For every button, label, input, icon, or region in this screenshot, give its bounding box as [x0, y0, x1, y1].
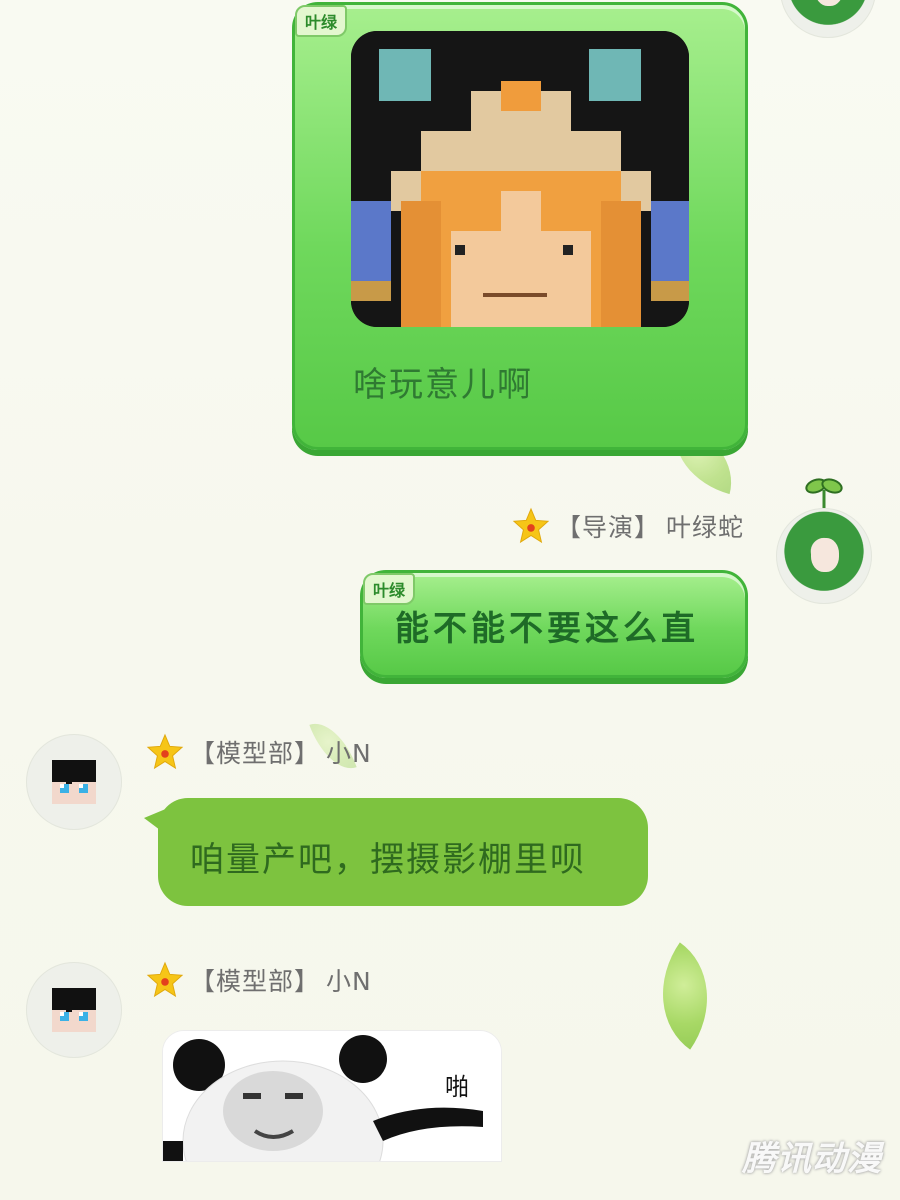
- text-message-bubble[interactable]: 叶绿 能不能不要这么直: [360, 570, 748, 678]
- sticker-image[interactable]: 啪: [162, 1030, 502, 1162]
- image-caption: 啥玩意儿啊: [353, 365, 533, 405]
- sender-name: 小N: [326, 739, 372, 768]
- pixel-character-image[interactable]: [351, 31, 689, 327]
- sender-role: 【导演】: [556, 513, 661, 542]
- star-icon: [146, 961, 184, 998]
- image-message-bubble[interactable]: 叶绿 啥玩意儿啊: [292, 2, 748, 450]
- text-message-bubble[interactable]: 咱量产吧，摆摄影棚里呗: [144, 798, 648, 906]
- avatar[interactable]: [26, 734, 122, 830]
- watermark-logo: 腾讯动漫: [742, 1139, 882, 1179]
- sender-role: 【模型部】: [190, 967, 321, 996]
- sender-role: 【模型部】: [190, 739, 321, 768]
- sticker-text: 啪: [445, 1073, 469, 1101]
- avatar[interactable]: [26, 962, 122, 1058]
- sender-name: 小N: [326, 967, 372, 996]
- decorative-leaf: [632, 942, 738, 1050]
- pixel-boy-avatar-icon: [52, 988, 96, 1032]
- message-text: 能不能不要这么直: [395, 609, 699, 649]
- sender-name: 叶绿蛇: [666, 513, 745, 542]
- sprout-icon: [805, 478, 843, 508]
- pixel-character-face-icon: [351, 31, 689, 327]
- avatar[interactable]: [780, 0, 876, 38]
- message-text: 咱量产吧，摆摄影棚里呗: [190, 840, 586, 880]
- avatar[interactable]: [776, 508, 872, 604]
- pixel-boy-avatar-icon: [52, 760, 96, 804]
- star-icon: [146, 733, 184, 770]
- bubble-tag: 叶绿: [295, 5, 348, 37]
- star-icon: [512, 507, 550, 544]
- sender-line: 【模型部】 小N: [146, 732, 372, 772]
- sender-line: 【导演】 叶绿蛇: [512, 506, 744, 546]
- sender-line: 【模型部】 小N: [146, 960, 372, 1000]
